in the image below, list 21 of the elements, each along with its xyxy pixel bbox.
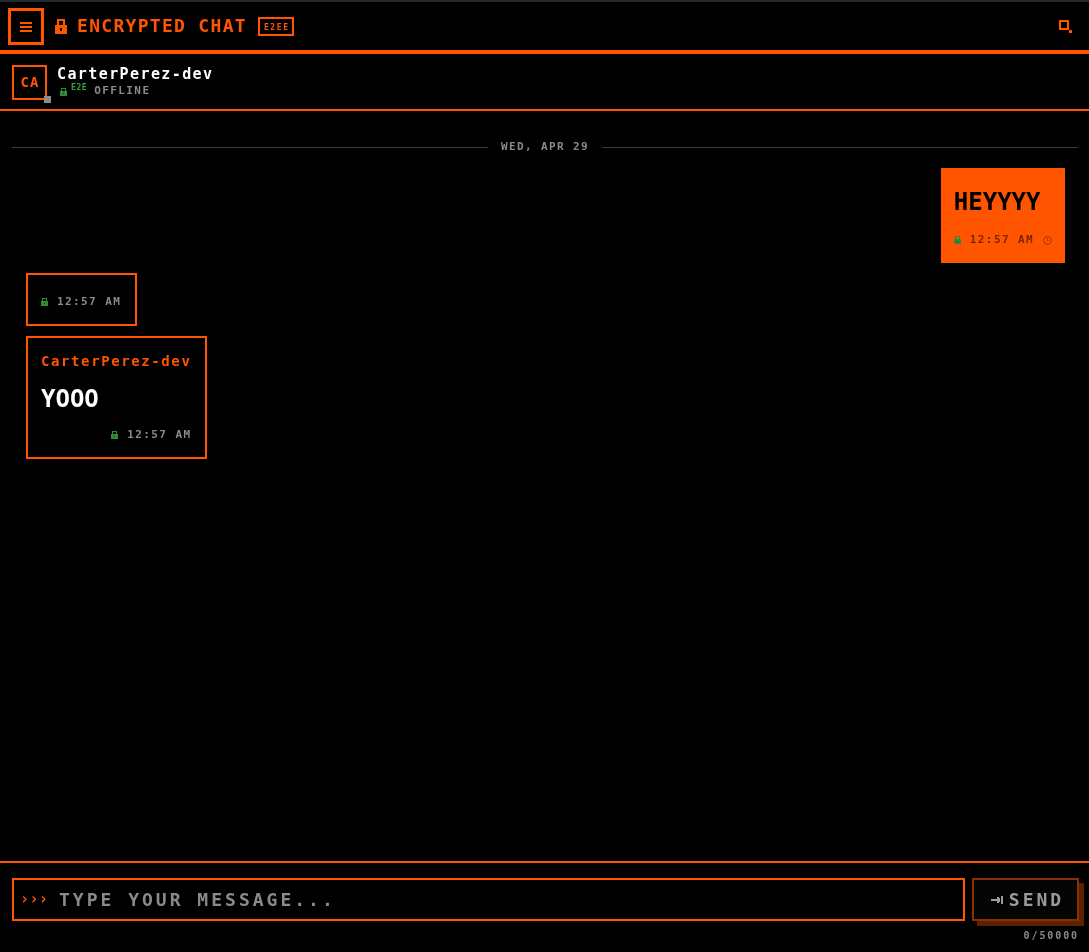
- menu-button[interactable]: [8, 8, 44, 45]
- lock-icon: [60, 87, 67, 96]
- message-time: 12:57 AM: [57, 295, 122, 309]
- encryption-label: E2E: [71, 83, 88, 92]
- app-title: ENCRYPTED CHAT: [77, 16, 247, 36]
- arrow-icon: [990, 895, 1003, 904]
- avatar: CA: [12, 64, 47, 100]
- character-counter: 0/50000: [1023, 930, 1079, 942]
- message-time: 12:57 AM: [969, 233, 1034, 247]
- date-label: WED, APR 29: [500, 140, 590, 154]
- message-time: 12:57 AM: [127, 428, 192, 442]
- search-icon[interactable]: [1059, 19, 1072, 33]
- message-text: HEYYYY: [952, 187, 1042, 218]
- message-text: YOOO: [41, 384, 100, 415]
- encryption-badge: E2EE: [257, 16, 294, 36]
- status-text: OFFLINE: [94, 83, 151, 98]
- prompt-chevrons: ›››: [20, 890, 49, 908]
- contact-name: CarterPerez-dev: [57, 65, 214, 83]
- lock-icon: [54, 18, 68, 34]
- menu-icon: [20, 21, 32, 32]
- sender-name: CarterPerez-dev: [41, 352, 192, 370]
